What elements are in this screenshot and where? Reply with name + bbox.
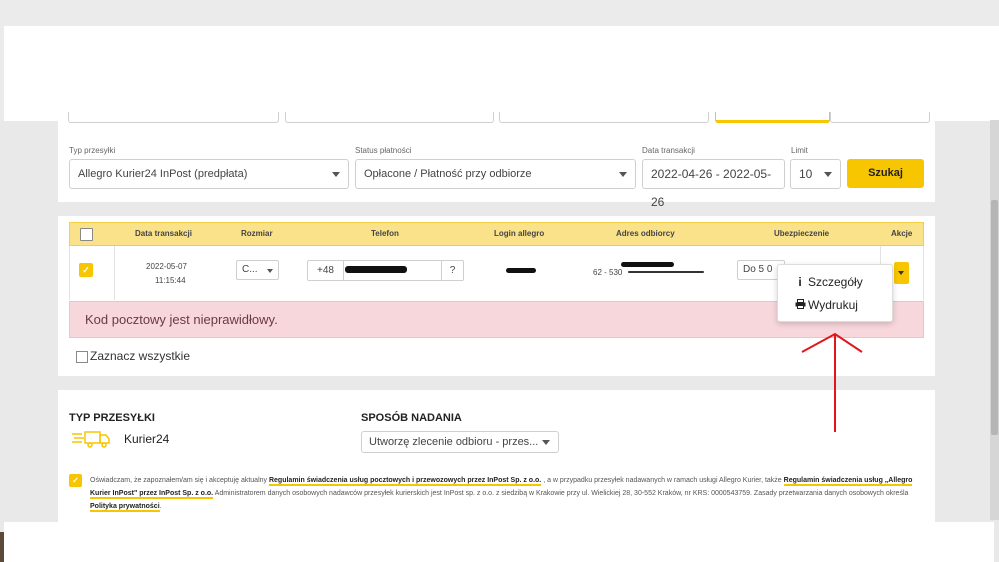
insurance-value: Do 5 0 xyxy=(743,264,773,275)
size-value: C... xyxy=(242,264,258,275)
redacted-login xyxy=(506,268,536,273)
chevron-down-icon xyxy=(267,269,273,273)
phone-prefix: +48 xyxy=(308,261,344,280)
shipping-method-value: Utworzę zlecenie odbioru - przes... xyxy=(369,436,539,448)
date-range-input[interactable]: 2022-04-26 - 2022-05-26 xyxy=(642,159,785,209)
privacy-policy-link[interactable]: Polityka prywatności xyxy=(90,503,160,512)
payment-status-value: Opłacone / Płatność przy odbiorze xyxy=(364,168,532,180)
payment-status-label: Status płatności xyxy=(355,146,412,155)
row-time: 11:15:44 xyxy=(155,276,186,285)
info-icon: i xyxy=(798,275,802,289)
address-zip: 62 - 530 xyxy=(593,268,623,277)
redacted-address-city xyxy=(628,271,704,273)
actions-dropdown-button[interactable] xyxy=(894,262,909,284)
select-all-label[interactable]: Zaznacz wszystkie xyxy=(90,349,190,363)
th-size: Rozmiar xyxy=(241,229,273,238)
row-date: 2022-05-07 xyxy=(146,262,187,271)
redacted-address-name xyxy=(621,262,674,267)
menu-item-print-label: Wydrukuj xyxy=(808,298,858,312)
redacted-phone xyxy=(345,266,407,273)
parcel-type-select[interactable]: Allegro Kurier24 InPost (predpłata) xyxy=(69,159,349,189)
th-actions: Akcje xyxy=(891,229,913,238)
th-transaction-date: Data transakcji xyxy=(135,229,192,238)
filter-field-top-1[interactable] xyxy=(68,112,279,123)
parcel-type-heading: TYP PRZESYŁKI xyxy=(69,412,155,424)
consent-text-part: Oświadczam, że zapoznałem/am się i akcep… xyxy=(90,477,269,484)
row-select-checkbox[interactable]: ✓ xyxy=(79,263,93,277)
th-phone: Telefon xyxy=(371,229,399,238)
size-select[interactable]: C... xyxy=(236,260,279,280)
consent-text-part: . xyxy=(159,503,162,510)
chevron-down-icon xyxy=(898,271,904,275)
actions-menu: i Szczegóły Wydrukuj xyxy=(777,264,893,322)
chevron-down-icon xyxy=(619,172,627,177)
th-recipient-address: Adres odbiorcy xyxy=(616,229,675,238)
phone-help-button[interactable]: ? xyxy=(441,261,463,280)
filter-field-top-4[interactable] xyxy=(830,112,930,123)
chevron-down-icon xyxy=(332,172,340,177)
header-overlay-right xyxy=(975,26,999,73)
truck-icon xyxy=(72,431,110,448)
terms-link-inpost[interactable]: Regulamin świadczenia usług pocztowych i… xyxy=(268,477,542,486)
limit-value: 10 xyxy=(799,167,813,181)
courier-name: Kurier24 xyxy=(124,432,170,446)
th-allegro-login: Login allegro xyxy=(494,229,545,238)
annotation-arrow xyxy=(801,332,863,432)
chevron-down-icon xyxy=(542,440,550,445)
filter-button-top[interactable] xyxy=(715,112,830,123)
menu-item-print[interactable]: Wydrukuj xyxy=(778,294,894,316)
th-insurance: Ubezpieczenie xyxy=(774,229,830,238)
menu-item-details[interactable]: i Szczegóły xyxy=(778,271,894,293)
payment-status-select[interactable]: Opłacone / Płatność przy odbiorze xyxy=(355,159,636,189)
shipping-method-select[interactable]: Utworzę zlecenie odbioru - przes... xyxy=(361,431,559,453)
print-icon xyxy=(794,294,806,316)
row-divider xyxy=(114,246,115,300)
date-range-value: 2022-04-26 - 2022-05-26 xyxy=(651,167,772,209)
filter-field-top-2[interactable] xyxy=(285,112,494,123)
consent-checkbox[interactable]: ✓ xyxy=(69,474,82,487)
scrollbar-thumb[interactable] xyxy=(991,200,998,435)
limit-label: Limit xyxy=(791,146,808,155)
menu-item-details-label: Szczegóły xyxy=(808,275,863,289)
search-button[interactable]: Szukaj xyxy=(847,159,924,188)
date-label: Data transakcji xyxy=(642,146,695,155)
footer-overlay xyxy=(4,522,994,562)
consent-text: Oświadczam, że zapoznałem/am się i akcep… xyxy=(90,474,922,513)
consent-text-part: Administratorem danych osobowych nadawcó… xyxy=(213,490,909,497)
shipping-method-heading: SPOSÓB NADANIA xyxy=(361,412,462,424)
consent-text-part: , a w przypadku przesyłek nadawanych w r… xyxy=(541,477,784,484)
parcel-type-label: Typ przesyłki xyxy=(69,146,116,155)
header-select-checkbox[interactable] xyxy=(80,228,93,241)
edge-shadow xyxy=(0,532,4,562)
chevron-down-icon xyxy=(824,172,832,177)
limit-select[interactable]: 10 xyxy=(790,159,841,189)
select-all-checkbox[interactable] xyxy=(76,351,88,363)
filter-field-top-3[interactable] xyxy=(499,112,709,123)
parcel-type-value: Allegro Kurier24 InPost (predpłata) xyxy=(78,168,248,180)
